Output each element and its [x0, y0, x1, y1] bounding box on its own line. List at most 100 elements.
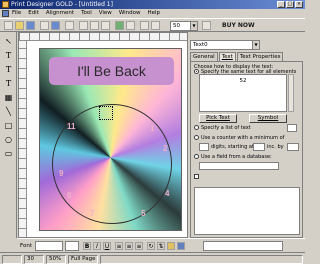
tool-palette: ↖ T T T ▦ ╲ □ ○ ▭ — [0, 32, 17, 238]
symbol-button[interactable]: Symbol — [249, 114, 287, 123]
menu-alignment[interactable]: Alignment — [46, 9, 74, 18]
list-edit-field[interactable] — [287, 124, 297, 132]
inc-label: inc. by — [267, 144, 284, 150]
title-bar: Print Designer GOLD - [Untitled 1] _ □ × — [0, 0, 305, 9]
field-name: Text0 — [193, 42, 208, 48]
bold-icon[interactable]: B — [83, 242, 91, 250]
font-size-select[interactable] — [65, 241, 79, 251]
tab-general[interactable]: General — [190, 52, 218, 61]
menu-bar: File Edit Alignment Tool View Window Hel… — [0, 9, 305, 18]
text-value: 52 — [239, 78, 247, 84]
menu-edit[interactable]: Edit — [28, 9, 39, 18]
clock-number-2[interactable]: 2 — [163, 144, 167, 153]
cut-icon[interactable] — [79, 21, 88, 30]
window-controls: _ □ × — [277, 1, 303, 8]
minimize-button[interactable]: _ — [277, 1, 285, 8]
help-icon[interactable] — [202, 21, 211, 30]
counter-label: Use a counter with a minimum of — [201, 135, 285, 141]
clock-number-5[interactable]: 5 — [141, 209, 145, 218]
list-text-radio[interactable] — [194, 125, 199, 130]
text-scrollbar[interactable] — [288, 74, 294, 112]
field-select[interactable]: Text0 ▼ — [190, 40, 260, 50]
zoom-value: 50 — [173, 23, 180, 29]
database-label: Use a field from a database: — [201, 154, 272, 160]
image-tool-icon[interactable]: ▭ — [3, 148, 14, 159]
tab-text-properties[interactable]: Text Properties — [236, 52, 284, 61]
database-field-select[interactable] — [199, 162, 279, 170]
text-value-field[interactable]: 52 — [199, 74, 287, 112]
start-field[interactable] — [253, 143, 265, 151]
digits-label: digits, starting at — [211, 144, 254, 150]
text-block-tool-icon[interactable]: T — [3, 78, 14, 89]
align-right-icon[interactable]: ≡ — [135, 242, 143, 250]
close-button[interactable]: × — [295, 1, 303, 8]
rectangle-tool-icon[interactable]: □ — [3, 120, 14, 131]
maximize-button[interactable]: □ — [286, 1, 294, 8]
format-toolbar: Font B I U ≡ ≡ ≡ ↻ ⇅ — [18, 238, 305, 252]
design-canvas[interactable]: I'll Be Back 11 1 2 9 4 8 7 5 — [18, 32, 188, 238]
ellipse-tool-icon[interactable]: ○ — [3, 134, 14, 145]
underline-icon[interactable]: U — [103, 242, 111, 250]
buy-now-link[interactable]: BUY NOW — [222, 22, 255, 29]
vertical-text-tool-icon[interactable]: T — [3, 64, 14, 75]
tab-text[interactable]: Text — [218, 52, 236, 61]
clock-number-11[interactable]: 11 — [67, 122, 75, 131]
menu-window[interactable]: Window — [119, 9, 141, 18]
status-cell-zoom: 50% — [46, 255, 66, 264]
undo-icon[interactable] — [65, 21, 74, 30]
font-name-select[interactable] — [203, 241, 283, 251]
clock-number-4[interactable]: 4 — [165, 189, 169, 198]
menu-tool[interactable]: Tool — [81, 9, 92, 18]
open-icon[interactable] — [15, 21, 24, 30]
rotate-icon[interactable]: ↻ — [147, 242, 155, 250]
menu-file[interactable]: File — [12, 9, 21, 18]
zoom-out-icon[interactable] — [151, 21, 160, 30]
clock-number-1[interactable]: 1 — [150, 124, 154, 133]
italic-icon[interactable]: I — [93, 242, 101, 250]
preview-box — [194, 187, 300, 235]
menu-view[interactable]: View — [99, 9, 112, 18]
font-label: Font — [20, 243, 32, 249]
paste-icon[interactable] — [101, 21, 110, 30]
line-color-icon[interactable] — [177, 242, 185, 250]
text-tab-panel: Choose how to display the text: Specify … — [190, 61, 303, 238]
align-center-icon[interactable]: ≡ — [125, 242, 133, 250]
new-icon[interactable] — [4, 21, 13, 30]
pick-text-button[interactable]: Pick Text — [199, 114, 237, 123]
save-icon[interactable] — [26, 21, 35, 30]
digits-field[interactable] — [199, 143, 209, 151]
font-select[interactable] — [35, 241, 63, 251]
vertical-ruler — [19, 41, 27, 237]
app-icon — [2, 1, 9, 8]
inc-field[interactable] — [287, 143, 299, 151]
title-banner[interactable]: I'll Be Back — [49, 57, 174, 85]
zoom-in-icon[interactable] — [140, 21, 149, 30]
zoom-select[interactable]: 50 ▼ — [170, 21, 198, 31]
pointer-tool-icon[interactable]: ↖ — [3, 36, 14, 47]
chevron-down-icon: ▼ — [252, 41, 259, 49]
label-page[interactable]: I'll Be Back 11 1 2 9 4 8 7 5 — [39, 48, 182, 231]
option-checkbox[interactable] — [194, 174, 199, 179]
fill-color-icon[interactable] — [167, 242, 175, 250]
clock-number-9[interactable]: 9 — [59, 169, 63, 178]
status-cell-count: 30 — [24, 255, 44, 264]
copy-icon[interactable] — [90, 21, 99, 30]
database-radio[interactable] — [194, 154, 199, 159]
selection-box[interactable] — [99, 106, 113, 120]
counter-radio[interactable] — [194, 135, 199, 140]
clock-number-7[interactable]: 7 — [90, 209, 94, 218]
clock-number-8[interactable]: 8 — [67, 191, 71, 200]
menu-help[interactable]: Help — [148, 9, 161, 18]
print-preview-icon[interactable] — [51, 21, 60, 30]
insert-image-icon[interactable] — [115, 21, 124, 30]
barcode-tool-icon[interactable]: ▦ — [3, 92, 14, 103]
print-icon[interactable] — [40, 21, 49, 30]
database-icon[interactable] — [126, 21, 135, 30]
line-tool-icon[interactable]: ╲ — [3, 106, 14, 117]
status-cell-position — [2, 255, 22, 264]
align-left-icon[interactable]: ≡ — [115, 242, 123, 250]
chevron-down-icon: ▼ — [190, 22, 197, 30]
text-tool-icon[interactable]: T — [3, 50, 14, 61]
flip-icon[interactable]: ⇅ — [157, 242, 165, 250]
document-icon[interactable] — [2, 10, 9, 17]
